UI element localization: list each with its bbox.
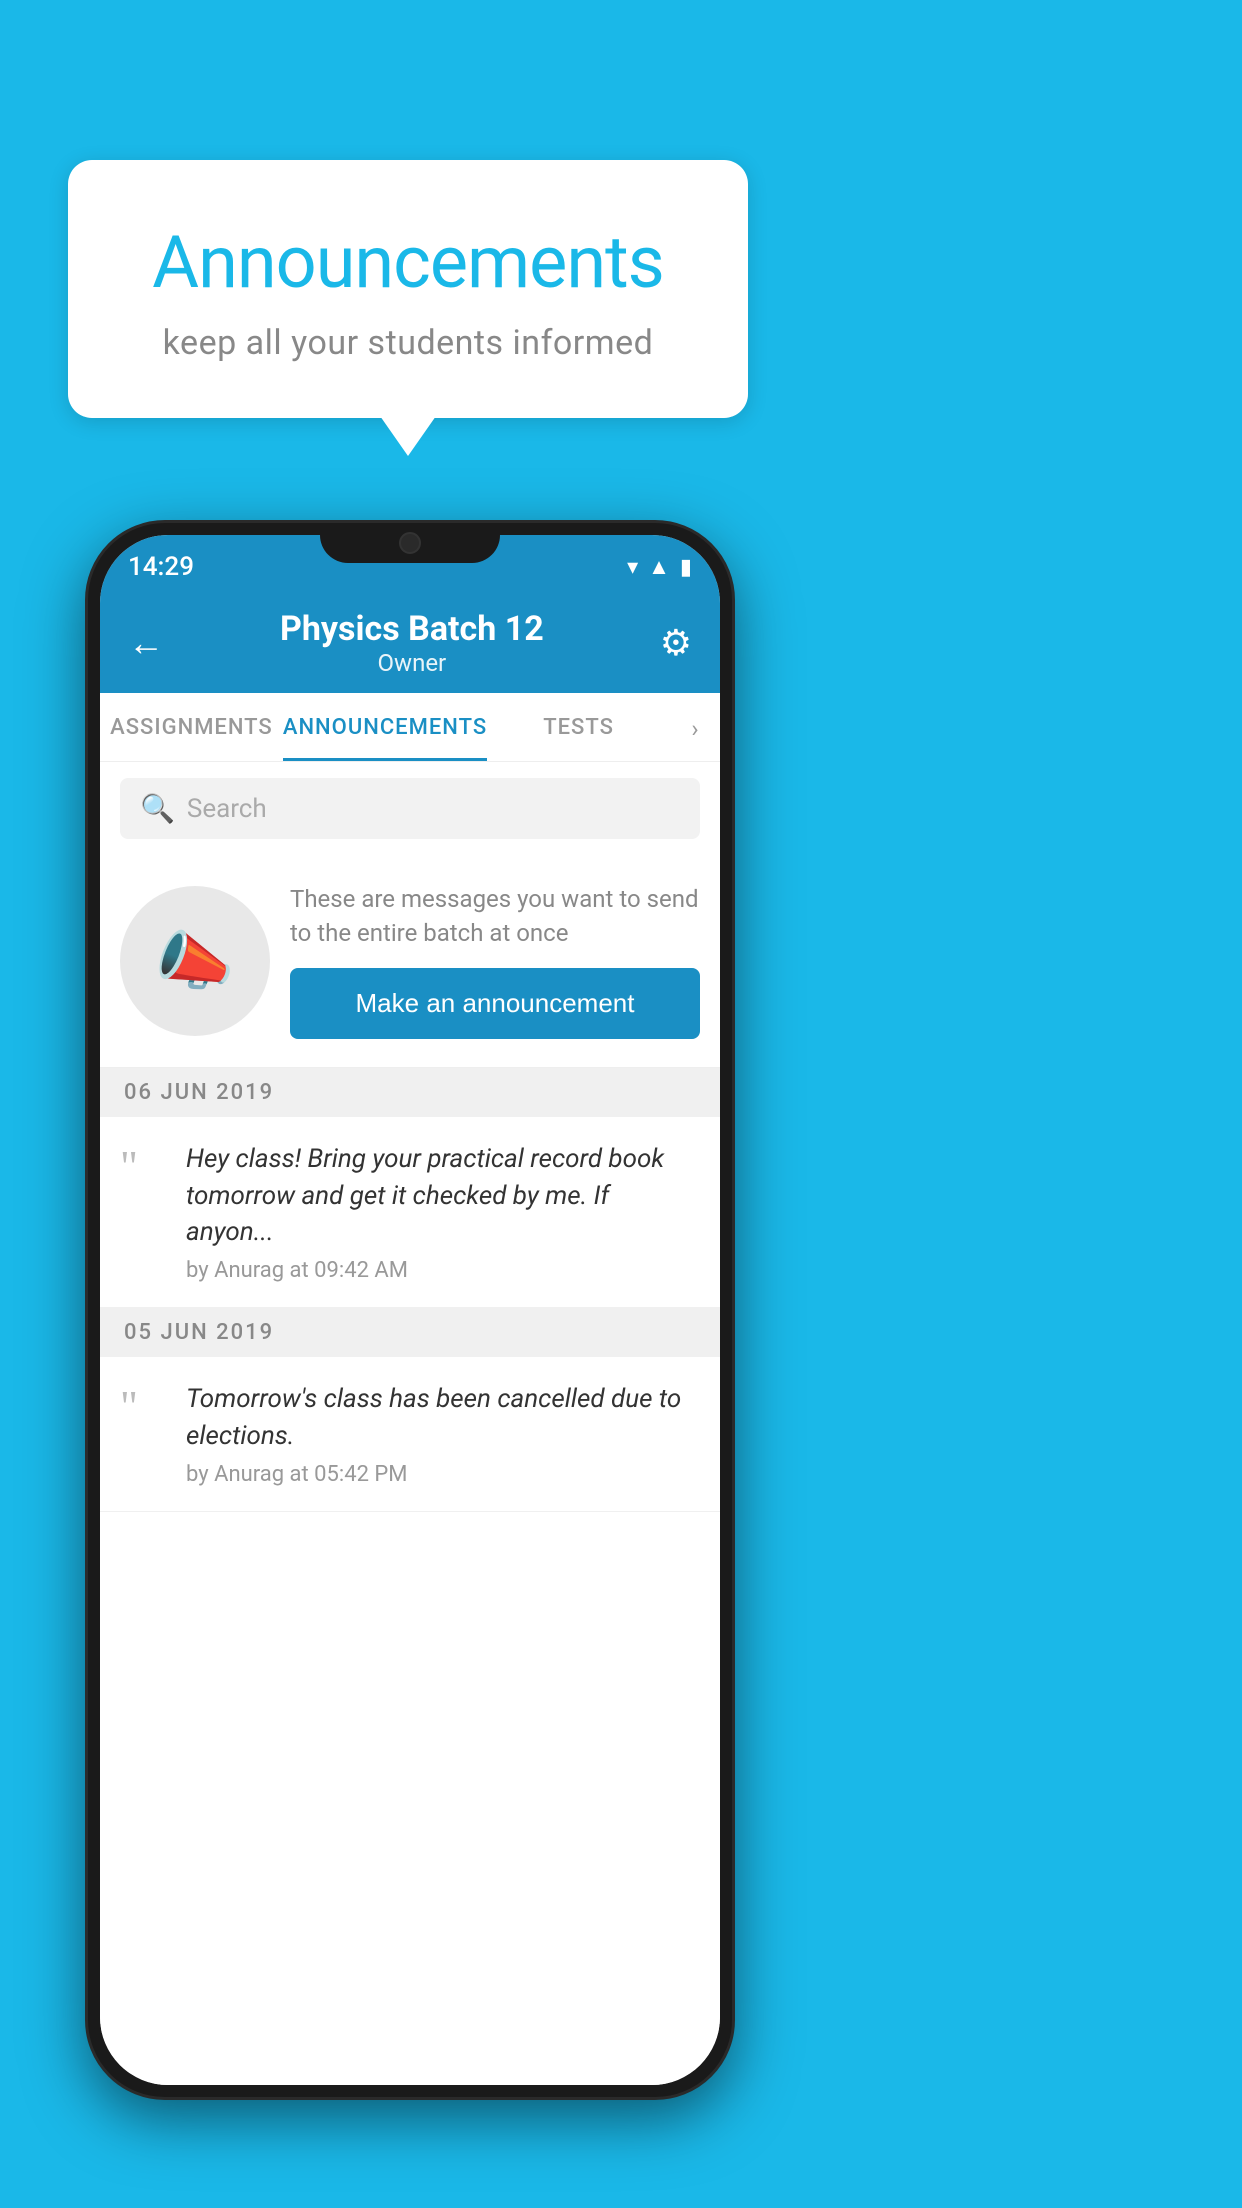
volume-button <box>85 783 86 863</box>
announcement-meta-2: by Anurag at 05:42 PM <box>186 1462 700 1487</box>
phone-content: 🔍 Search 📣 These are messages you want t… <box>100 762 720 2085</box>
batch-role: Owner <box>280 649 544 677</box>
announcement-item-1[interactable]: " Hey class! Bring your practical record… <box>100 1117 720 1308</box>
search-input[interactable]: Search <box>187 794 267 824</box>
announcement-item-2[interactable]: " Tomorrow's class has been cancelled du… <box>100 1357 720 1512</box>
announcement-meta-1: by Anurag at 09:42 AM <box>186 1258 700 1283</box>
tabs-bar: ASSIGNMENTS ANNOUNCEMENTS TESTS › <box>100 693 720 762</box>
search-container: 🔍 Search <box>100 762 720 855</box>
search-bar[interactable]: 🔍 Search <box>120 778 700 839</box>
announcement-content-1: Hey class! Bring your practical record b… <box>186 1141 700 1283</box>
announcement-text-2: Tomorrow's class has been cancelled due … <box>186 1381 700 1454</box>
announcement-promo: 📣 These are messages you want to send to… <box>100 855 720 1068</box>
signal-icon: ▲ <box>648 554 670 580</box>
tab-assignments[interactable]: ASSIGNMENTS <box>100 693 283 761</box>
make-announcement-button[interactable]: Make an announcement <box>290 968 700 1039</box>
batch-title: Physics Batch 12 <box>280 609 544 649</box>
front-camera <box>399 532 421 554</box>
status-icons: ▾ ▲ ▮ <box>627 554 692 580</box>
back-button[interactable]: ← <box>128 622 164 664</box>
phone-screen: 14:29 ▾ ▲ ▮ ← Physics Batch 12 Owner ⚙ <box>100 535 720 2085</box>
tab-more-button[interactable]: › <box>670 693 720 761</box>
quote-icon-1: " <box>120 1141 170 1189</box>
announcement-text-1: Hey class! Bring your practical record b… <box>186 1141 700 1250</box>
announcement-content-2: Tomorrow's class has been cancelled due … <box>186 1381 700 1487</box>
power-button <box>734 823 735 933</box>
app-bar-center: Physics Batch 12 Owner <box>280 609 544 677</box>
phone-frame: 14:29 ▾ ▲ ▮ ← Physics Batch 12 Owner ⚙ <box>85 520 735 2100</box>
megaphone-icon: 📣 <box>155 924 235 999</box>
bubble-subtitle: keep all your students informed <box>108 323 708 363</box>
app-bar: ← Physics Batch 12 Owner ⚙ <box>100 591 720 693</box>
promo-icon-circle: 📣 <box>120 886 270 1036</box>
promo-right: These are messages you want to send to t… <box>290 883 700 1039</box>
date-separator-2: 05 JUN 2019 <box>100 1308 720 1357</box>
speech-bubble-card: Announcements keep all your students inf… <box>68 160 748 418</box>
search-icon: 🔍 <box>140 792 175 825</box>
tab-tests[interactable]: TESTS <box>487 693 670 761</box>
tab-announcements[interactable]: ANNOUNCEMENTS <box>283 693 487 761</box>
phone-notch <box>320 523 500 563</box>
speech-bubble: Announcements keep all your students inf… <box>68 160 748 418</box>
bubble-title: Announcements <box>108 220 708 305</box>
quote-icon-2: " <box>120 1381 170 1429</box>
battery-icon: ▮ <box>680 555 692 580</box>
volume-up-button <box>734 723 735 793</box>
phone-device: 14:29 ▾ ▲ ▮ ← Physics Batch 12 Owner ⚙ <box>85 520 735 2100</box>
wifi-icon: ▾ <box>627 555 638 580</box>
promo-description: These are messages you want to send to t… <box>290 883 700 950</box>
date-separator-1: 06 JUN 2019 <box>100 1068 720 1117</box>
settings-button[interactable]: ⚙ <box>660 622 692 664</box>
status-time: 14:29 <box>128 552 194 582</box>
